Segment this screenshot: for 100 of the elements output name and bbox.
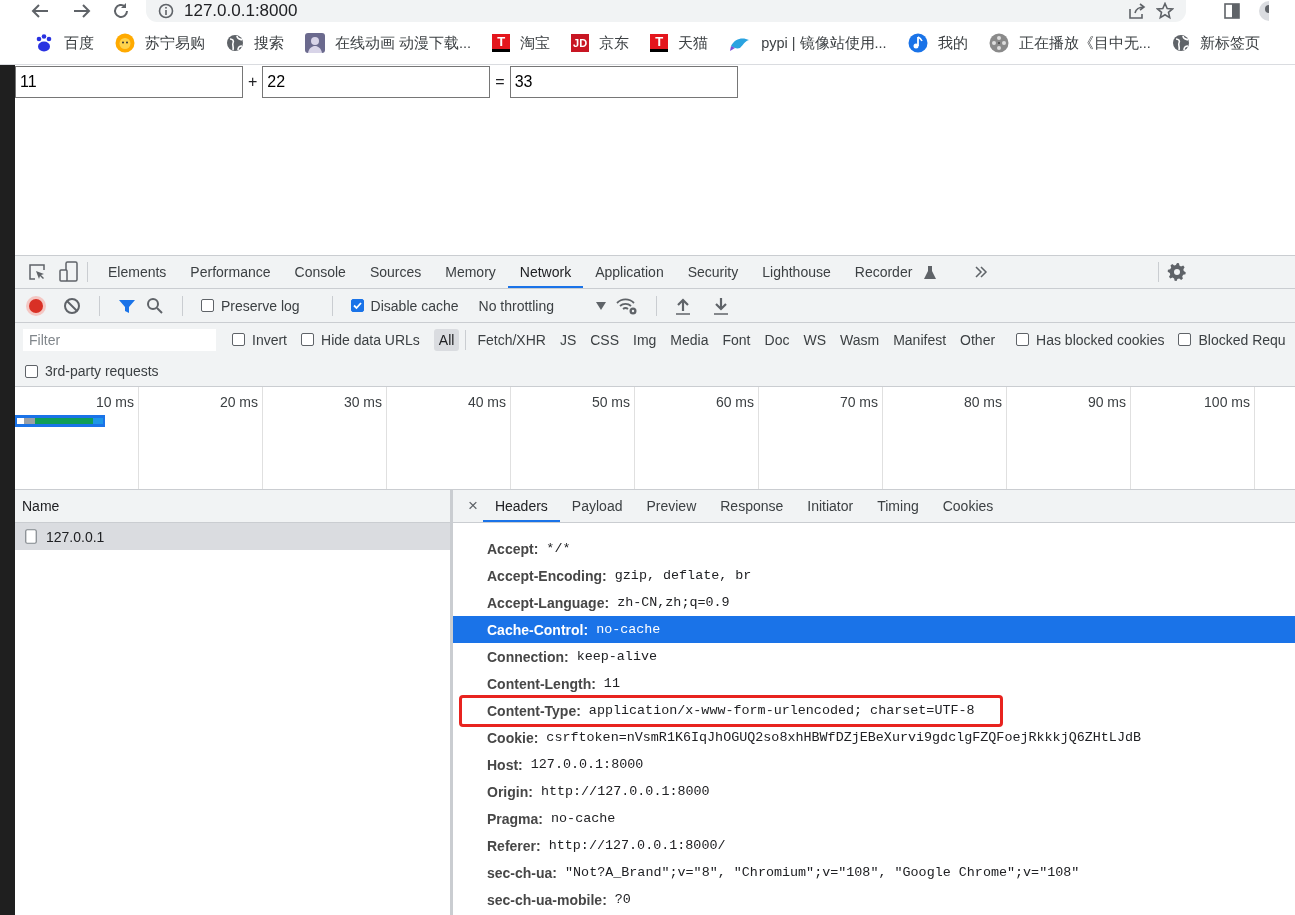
bookmark-label: 苏宁易购 — [145, 33, 205, 53]
header-name: Origin: — [487, 783, 533, 800]
header-row[interactable]: Pragma: no-cache — [453, 805, 1295, 832]
header-row[interactable]: Host: 127.0.0.1:8000 — [453, 751, 1295, 778]
panel-tab[interactable]: Console — [282, 256, 358, 288]
header-name: Cache-Control: — [487, 621, 589, 638]
checkbox[interactable] — [25, 364, 38, 378]
bookmark-item[interactable]: 搜索 — [226, 31, 284, 55]
checkbox[interactable] — [350, 299, 364, 312]
bookmark-item[interactable]: JD 京东 — [571, 31, 630, 55]
bookmark-item[interactable]: 新标签页 — [1171, 31, 1260, 55]
type-filter[interactable]: Manifest — [888, 328, 952, 351]
upload-icon[interactable] — [675, 296, 691, 315]
panel-tab[interactable]: Elements — [96, 256, 179, 288]
bookmark-item[interactable]: T 天猫 — [650, 31, 709, 55]
checkbox[interactable] — [1016, 333, 1030, 346]
bookmark-item[interactable]: 苏宁易购 — [115, 31, 205, 55]
checkbox-label: Has blocked cookies — [1036, 331, 1165, 348]
header-row[interactable]: Content-Type: application/x-www-form-urlencoded; charset=UTF-8 — [453, 697, 1295, 724]
forward-arrow-icon[interactable] — [72, 3, 92, 19]
checkbox[interactable] — [301, 333, 314, 346]
bookmark-item[interactable]: 百度 — [34, 31, 94, 55]
device-toolbar-icon[interactable] — [59, 261, 79, 283]
panel-tab[interactable]: Recorder — [842, 256, 925, 288]
inspect-element-icon[interactable] — [27, 262, 47, 282]
filter-input[interactable]: Filter — [23, 328, 216, 351]
header-row[interactable]: Cache-Control: no-cache — [453, 616, 1295, 643]
network-conditions-icon[interactable] — [616, 296, 638, 315]
address-bar[interactable]: 127.0.0.1:8000 — [146, 0, 1186, 22]
checkbox[interactable] — [232, 333, 245, 346]
detail-tab[interactable]: Response — [708, 490, 796, 522]
reload-icon[interactable] — [112, 2, 130, 20]
header-row[interactable]: Content-Length: 11 — [453, 670, 1295, 697]
header-row[interactable]: Accept: */* — [453, 535, 1295, 562]
type-filter[interactable]: All — [433, 328, 460, 351]
header-row[interactable]: Accept-Encoding: gzip, deflate, br — [453, 562, 1295, 589]
star-icon[interactable] — [1156, 2, 1174, 20]
settings-icon[interactable] — [1167, 262, 1188, 282]
bookmark-item[interactable]: pypi | 镜像站使用... — [729, 31, 887, 55]
panel-tab[interactable]: Memory — [433, 256, 508, 288]
close-icon[interactable]: × — [463, 496, 483, 516]
header-value: no-cache — [551, 811, 616, 826]
number-input[interactable]: 22 — [262, 66, 491, 98]
info-icon[interactable] — [158, 3, 174, 19]
throttling-dropdown[interactable]: No throttling — [478, 297, 606, 314]
type-filter[interactable]: WS — [798, 328, 831, 351]
bookmark-item[interactable]: T 淘宝 — [492, 31, 551, 55]
panel-tab[interactable]: Application — [583, 256, 676, 288]
bookmark-item[interactable]: 在线动画 动漫下载... — [305, 31, 472, 55]
sidebar-icon[interactable] — [1224, 3, 1240, 19]
panel-tab[interactable]: Security — [675, 256, 751, 288]
more-tabs-icon[interactable] — [974, 265, 989, 279]
header-value: gzip, deflate, br — [614, 568, 752, 583]
header-value: "Not?A_Brand";v="8", "Chromium";v="108", "Google Chrome";v="108" — [565, 865, 1080, 880]
type-filter[interactable]: Doc — [759, 328, 795, 351]
type-filter[interactable]: Font — [717, 328, 756, 351]
detail-tab[interactable]: Timing — [865, 490, 931, 522]
detail-tab[interactable]: Cookies — [930, 490, 1006, 522]
bookmark-label: pypi | 镜像站使用... — [761, 33, 887, 53]
header-row[interactable]: sec-ch-ua: "Not?A_Brand";v="8", "Chromium";v="108", "Google Chrome";v="108" — [453, 859, 1295, 886]
type-filter[interactable]: Wasm — [835, 328, 885, 351]
panel-tab[interactable]: Performance — [178, 256, 283, 288]
number-input[interactable]: 11 — [15, 66, 243, 98]
detail-tab[interactable]: Preview — [634, 490, 709, 522]
back-arrow-icon[interactable] — [30, 3, 50, 19]
record-button-icon[interactable] — [25, 294, 47, 317]
type-filter[interactable]: Media — [665, 328, 714, 351]
type-filter[interactable]: JS — [554, 328, 582, 351]
filter-icon[interactable] — [118, 297, 136, 314]
detail-tab[interactable]: Headers — [482, 490, 560, 522]
detail-tab[interactable]: Payload — [559, 490, 635, 522]
clear-icon[interactable] — [63, 296, 81, 315]
time-tick-label: 10 ms — [95, 394, 134, 410]
number-input[interactable]: 33 — [509, 66, 738, 98]
column-header[interactable]: Name — [15, 490, 450, 523]
header-row[interactable]: Connection: keep-alive — [453, 643, 1295, 670]
bookmark-item[interactable]: 我的 — [907, 31, 968, 55]
download-icon[interactable] — [713, 296, 729, 315]
type-filter[interactable]: Fetch/XHR — [472, 328, 551, 351]
type-filter[interactable]: Other — [955, 328, 1001, 351]
search-icon[interactable] — [146, 296, 164, 315]
type-filter[interactable]: Img — [628, 328, 662, 351]
panel-tab[interactable]: Lighthouse — [750, 256, 843, 288]
share-icon[interactable] — [1128, 3, 1146, 19]
bookmark-label: 新标签页 — [1199, 33, 1260, 53]
header-row[interactable]: Accept-Language: zh-CN,zh;q=0.9 — [453, 589, 1295, 616]
detail-tab[interactable]: Initiator — [795, 490, 866, 522]
header-row[interactable]: Origin: http://127.0.0.1:8000 — [453, 778, 1295, 805]
type-filter[interactable]: CSS — [585, 328, 624, 351]
checkbox[interactable] — [1178, 333, 1192, 346]
panel-tab[interactable]: Sources — [357, 256, 434, 288]
bookmark-label: 天猫 — [678, 33, 709, 53]
checkbox[interactable] — [201, 299, 214, 312]
bookmark-item[interactable]: 正在播放《目中无... — [988, 31, 1151, 55]
request-row[interactable]: 127.0.0.1 — [15, 523, 450, 550]
header-row[interactable]: sec-ch-ua-mobile: ?0 — [453, 886, 1295, 913]
header-row[interactable]: Referer: http://127.0.0.1:8000/ — [453, 832, 1295, 859]
panel-tab[interactable]: Network — [507, 256, 584, 288]
header-row[interactable]: Cookie: csrftoken=nVsmR1K6IqJhOGUQ2so8xhHBWfDZjEBeXurvi9gdclgFZQFoejRkkkjQ6ZHtLJdB — [453, 724, 1295, 751]
lion-icon — [115, 33, 135, 53]
